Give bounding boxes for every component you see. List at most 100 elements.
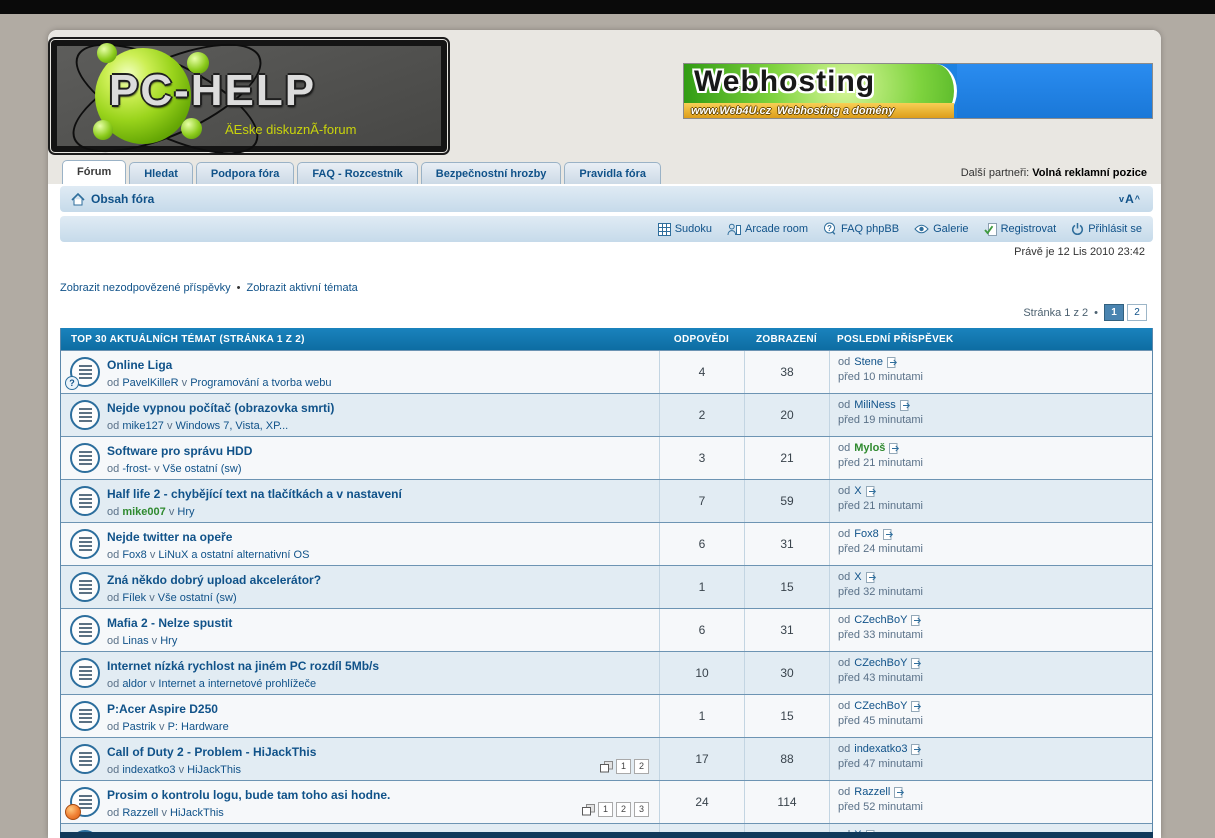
topic-author[interactable]: Fílek [122,592,146,604]
goto-last-post-icon[interactable] [889,443,900,454]
topic-page-number[interactable]: 1 [616,759,631,774]
topic-title[interactable]: Call of Duty 2 - Problem - HiJackThis [107,745,316,759]
tab-f-rum[interactable]: Fórum [62,160,126,184]
topic-cell: Half life 2 - chybějící text na tlačítká… [61,480,659,522]
quick-link-zobrazit-aktivn-t-mata[interactable]: Zobrazit aktivní témata [246,282,357,294]
topic-forum[interactable]: Vše ostatní (sw) [163,463,242,475]
topic-page-number[interactable]: 2 [616,802,631,817]
nav-link-p-ihl-sit-se[interactable]: Přihlásit se [1071,223,1142,236]
goto-last-post-icon[interactable] [911,615,922,626]
topic-author[interactable]: Razzell [122,807,158,819]
topic-author[interactable]: mike127 [122,420,164,432]
partners-link[interactable]: Volná reklamní pozice [1032,167,1147,179]
topic-replies: 1 [659,566,744,608]
sudoku-icon [658,223,671,236]
topic-forum[interactable]: HiJackThis [170,807,224,819]
column-views: ZOBRAZENÍ [744,334,829,345]
topic-forum[interactable]: Vše ostatní (sw) [158,592,237,604]
tab-podpora-f-ra[interactable]: Podpora fóra [196,162,294,184]
topic-author[interactable]: -frost- [122,463,151,475]
topic-lastpost: od Razzell před 52 minutami [829,781,1152,823]
topic-title[interactable]: Mafia 2 - Nelze spustit [107,616,232,630]
nav-link-galerie[interactable]: Galerie [914,223,968,235]
tab-pravidla-f-ra[interactable]: Pravidla fóra [564,162,661,184]
topic-title[interactable]: P:Acer Aspire D250 [107,702,218,716]
topic-title[interactable]: Software pro správu HDD [107,444,252,458]
breadcrumb-label: Obsah fóra [91,192,154,206]
topic-forum[interactable]: Windows 7, Vista, XP... [176,420,289,432]
goto-last-post-icon[interactable] [911,701,922,712]
topic-title[interactable]: Online Liga [107,358,172,372]
topic-author[interactable]: PavelKilleR [122,377,178,389]
site-logo[interactable]: PC-HELP ÄEske diskuznÃ-forum [51,40,447,152]
topic-page-number[interactable]: 3 [634,802,649,817]
goto-last-post-icon[interactable] [911,744,922,755]
last-post-user[interactable]: CZechBoY [854,700,907,712]
last-post-user[interactable]: X [854,485,861,497]
nav-link-sudoku[interactable]: Sudoku [658,223,712,236]
tab-faq-rozcestn-k[interactable]: FAQ - Rozcestník [297,162,417,184]
topic-title[interactable]: Prosim o kontrolu logu, bude tam toho as… [107,788,390,802]
topic-forum[interactable]: Hry [177,506,194,518]
last-post-user[interactable]: Myloš [854,442,885,454]
register-icon [984,223,997,236]
topic-author[interactable]: Linas [122,635,148,647]
last-post-user[interactable]: Fox8 [854,528,878,540]
last-post-time: před 43 minutami [838,672,1146,684]
font-smaller-icon[interactable]: v [1119,194,1124,204]
topic-forum[interactable]: Programování a tvorba webu [190,377,331,389]
font-larger-icon[interactable]: ^ [1135,194,1140,204]
font-size-widget[interactable]: v A ^ [1119,192,1152,206]
page-number[interactable]: 2 [1127,304,1147,321]
topic-forum[interactable]: Internet a internetové prohlížeče [158,678,316,690]
goto-last-post-icon[interactable] [887,357,898,368]
topic-author[interactable]: mike007 [122,506,165,518]
topic-title[interactable]: Zná někdo dobrý upload akcelerátor? [107,573,321,587]
goto-last-post-icon[interactable] [866,486,877,497]
quick-link-zobrazit-nezodpov-zen-p-sp-vky[interactable]: Zobrazit nezodpovězené příspěvky [60,282,231,294]
topic-title[interactable]: Half life 2 - chybějící text na tlačítká… [107,487,402,501]
nav-link-registrovat[interactable]: Registrovat [984,223,1057,236]
topic-page-number[interactable]: 1 [598,802,613,817]
topic-author[interactable]: Fox8 [122,549,146,561]
breadcrumb[interactable]: Obsah fóra [61,192,154,206]
smiley-badge-icon [65,804,81,820]
topic-forum[interactable]: P: Hardware [168,721,229,733]
topic-author[interactable]: aldor [122,678,146,690]
goto-last-post-icon[interactable] [883,529,894,540]
topic-author[interactable]: Pastrik [122,721,156,733]
goto-last-post-icon[interactable] [900,400,911,411]
page-number[interactable]: 1 [1104,304,1124,321]
last-post-user[interactable]: indexatko3 [854,743,907,755]
last-post-user[interactable]: Stene [854,356,883,368]
topic-author[interactable]: indexatko3 [122,764,175,776]
last-post-user[interactable]: CZechBoY [854,657,907,669]
webhosting-ad-banner[interactable]: Webhosting www.Web4U.cz Webhosting a dom… [683,63,1153,119]
topic-forum[interactable]: LiNuX a ostatní alternativní OS [158,549,309,561]
topic-lastpost: od X před 32 minutami [829,566,1152,608]
ad-banner-left: Webhosting www.Web4U.cz Webhosting a dom… [684,64,957,118]
nav-link-arcade-room[interactable]: Arcade room [727,223,808,236]
topic-icon [70,615,100,645]
nav-link-faq-phpbb[interactable]: ? FAQ phpBB [823,222,899,236]
topic-title[interactable]: Internet nízká rychlost na jiném PC rozd… [107,659,379,673]
tab-bezpe-nostn-hrozby[interactable]: Bezpečnostní hrozby [421,162,562,184]
last-post-user[interactable]: X [854,571,861,583]
last-post-user[interactable]: MiliNess [854,399,896,411]
last-post-user[interactable]: CZechBoY [854,614,907,626]
topic-forum[interactable]: Hry [160,635,177,647]
goto-last-post-icon[interactable] [866,572,877,583]
logo-title: PC-HELP [109,66,316,116]
topic-title[interactable]: Nejde twitter na opeře [107,530,232,544]
login-icon [1071,223,1084,236]
by-label: od [838,743,850,755]
topic-icon-question [70,357,100,387]
goto-last-post-icon[interactable] [911,658,922,669]
topic-forum[interactable]: HiJackThis [187,764,241,776]
current-time: Právě je 12 Lis 2010 23:42 [1014,246,1145,258]
topic-page-number[interactable]: 2 [634,759,649,774]
last-post-user[interactable]: Razzell [854,786,890,798]
topic-title[interactable]: Nejde vypnou počítač (obrazovka smrti) [107,401,334,415]
goto-last-post-icon[interactable] [894,787,905,798]
tab-hledat[interactable]: Hledat [129,162,193,184]
